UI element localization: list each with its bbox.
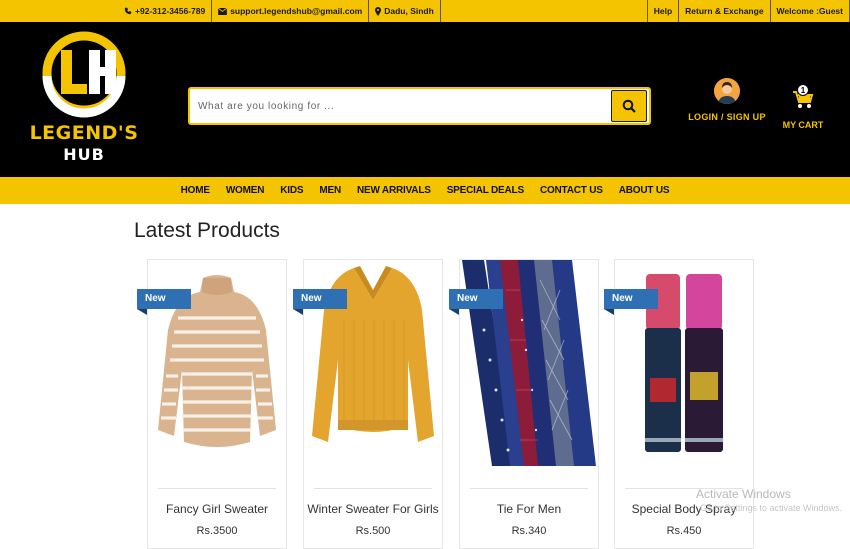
new-badge: New <box>137 289 191 309</box>
topbar-spacer <box>441 0 648 22</box>
ribbon-fold <box>293 309 303 315</box>
user-avatar-icon <box>714 78 740 104</box>
nav-women[interactable]: WOMEN <box>226 185 265 196</box>
card-divider <box>314 488 432 489</box>
location-text: Dadu, Sindh <box>384 6 434 16</box>
card-divider <box>158 488 276 489</box>
nav-new-arrivals[interactable]: NEW ARRIVALS <box>357 185 431 196</box>
product-price: Rs.450 <box>666 525 702 537</box>
cart-count-badge: 1 <box>797 84 809 96</box>
brand-name-line1: LEGEND'S <box>29 122 139 144</box>
welcome-user[interactable]: Welcome :Guest <box>771 0 850 22</box>
email-contact[interactable]: support.legendshub@gmail.com <box>212 0 370 22</box>
brand-name-line2: HUB <box>63 145 105 164</box>
lh-monogram-icon <box>42 31 126 118</box>
search-input[interactable] <box>190 89 610 123</box>
ribbon-fold <box>449 309 459 315</box>
my-cart-button[interactable]: 1 MY CART <box>776 80 830 130</box>
brand-logo[interactable]: LEGEND'S HUB <box>25 28 143 166</box>
nav-special-deals[interactable]: SPECIAL DEALS <box>447 185 524 196</box>
return-exchange-link[interactable]: Return & Exchange <box>679 0 771 22</box>
login-signup-button[interactable]: LOGIN / SIGN UP <box>688 78 766 122</box>
ribbon-fold <box>604 309 614 315</box>
phone-number: +92-312-3456-789 <box>135 6 206 16</box>
search-icon <box>622 99 636 113</box>
help-link[interactable]: Help <box>648 0 680 22</box>
nav-home[interactable]: HOME <box>181 185 210 196</box>
login-signup-label: LOGIN / SIGN UP <box>688 112 766 122</box>
windows-activation-subtext: Go to Settings to activate Windows. <box>700 503 843 513</box>
product-price: Rs.340 <box>511 525 547 537</box>
my-cart-label: MY CART <box>782 120 824 130</box>
site-header: LEGEND'S HUB LOGIN / SIGN UP 1 MY CART <box>0 22 850 177</box>
phone-contact[interactable]: +92-312-3456-789 <box>0 0 213 22</box>
search-button[interactable] <box>611 90 647 122</box>
nav-kids[interactable]: KIDS <box>280 185 303 196</box>
product-name[interactable]: Fancy Girl Sweater <box>148 502 286 516</box>
new-badge: New <box>293 289 347 309</box>
product-price: Rs.3500 <box>196 525 238 537</box>
nav-about-us[interactable]: ABOUT US <box>619 185 670 196</box>
product-name[interactable]: Winter Sweater For Girls <box>304 502 442 516</box>
nav-contact-us[interactable]: CONTACT US <box>540 185 603 196</box>
card-divider <box>470 488 588 489</box>
search-bar <box>188 87 651 125</box>
new-badge: New <box>449 289 503 309</box>
email-address: support.legendshub@gmail.com <box>230 6 363 16</box>
phone-icon <box>124 7 132 15</box>
map-marker-icon <box>375 6 382 16</box>
product-name[interactable]: Tie For Men <box>460 502 598 516</box>
new-badge: New <box>604 289 658 309</box>
ribbon-fold <box>137 309 147 315</box>
windows-activation-watermark: Activate Windows <box>696 487 791 501</box>
top-info-bar: +92-312-3456-789 support.legendshub@gmai… <box>0 0 850 22</box>
main-nav: HOME WOMEN KIDS MEN NEW ARRIVALS SPECIAL… <box>0 177 850 204</box>
envelope-icon <box>218 7 228 15</box>
nav-men[interactable]: MEN <box>319 185 341 196</box>
location-info: Dadu, Sindh <box>369 0 441 22</box>
section-title: Latest Products <box>134 219 280 242</box>
product-price: Rs.500 <box>355 525 391 537</box>
